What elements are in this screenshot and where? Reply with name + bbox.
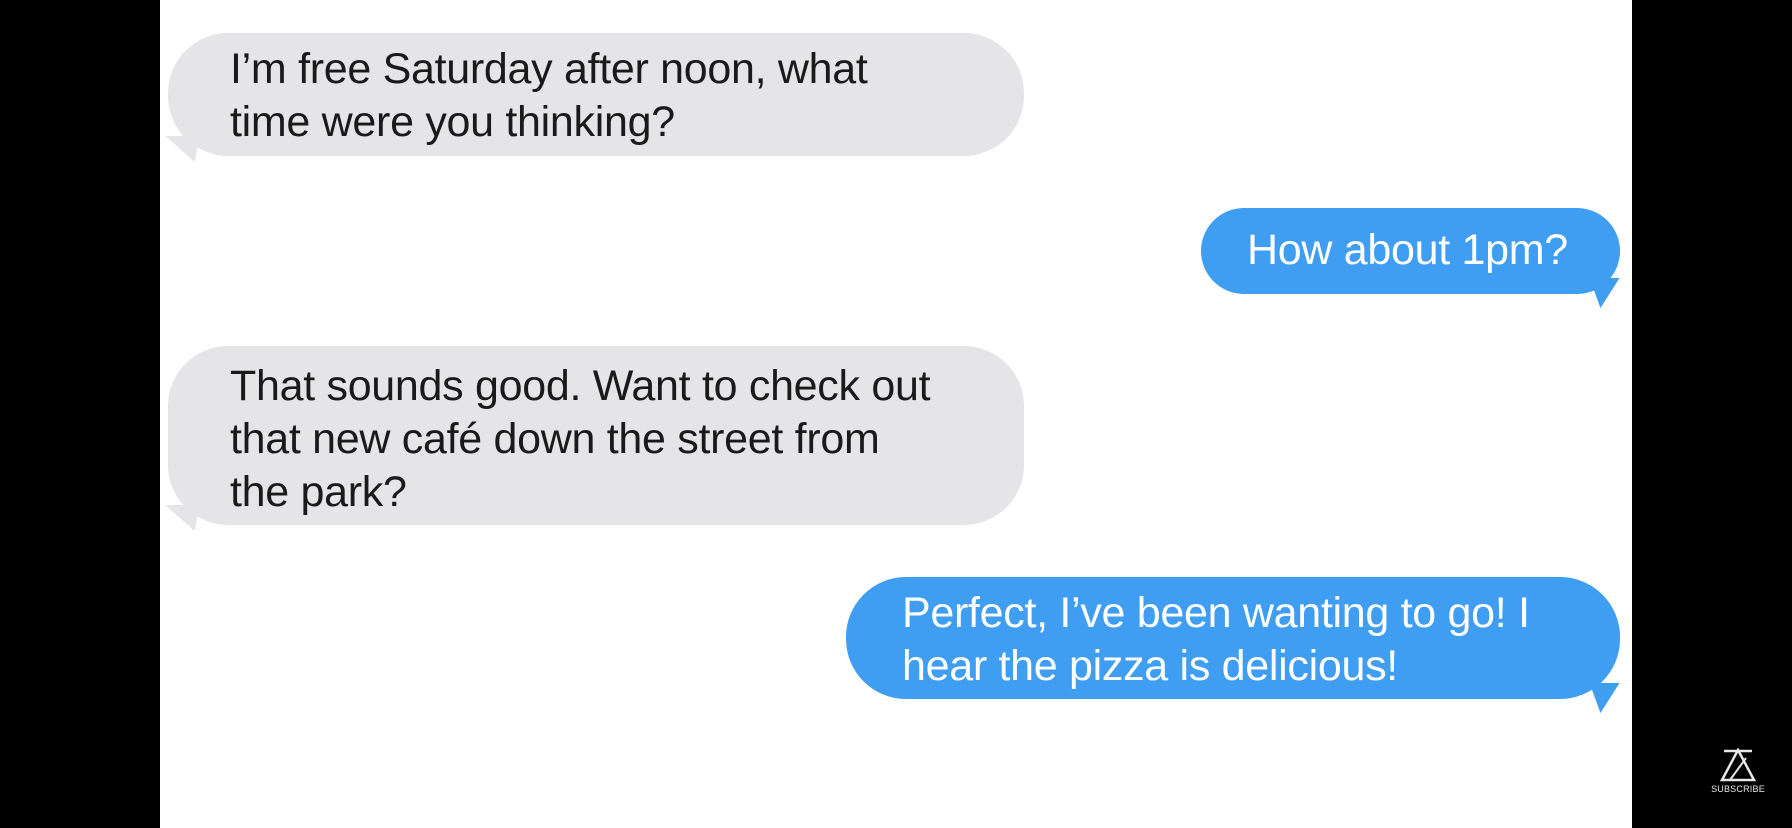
- bubble-tail: [160, 505, 200, 531]
- bubble-tail: [1589, 278, 1631, 308]
- subscribe-label: SUBSCRIBE: [1711, 784, 1765, 794]
- subscribe-watermark[interactable]: SUBSCRIBE: [1700, 748, 1776, 804]
- message-thread: I’m free Saturday after noon, what time …: [160, 0, 1632, 828]
- bubble-tail: [1589, 683, 1631, 713]
- message-text: I’m free Saturday after noon, what time …: [230, 45, 868, 146]
- received-message-bubble: That sounds good. Want to check out that…: [160, 346, 1024, 531]
- message-text: Perfect, I’ve been wanting to go! I hear…: [902, 589, 1530, 690]
- channel-logo-icon: [1719, 748, 1757, 782]
- received-message-bubble: I’m free Saturday after noon, what time …: [160, 33, 1024, 162]
- bubble-tail: [160, 136, 200, 162]
- sent-message-bubble: Perfect, I’ve been wanting to go! I hear…: [846, 577, 1631, 713]
- video-frame: I’m free Saturday after noon, what time …: [0, 0, 1792, 828]
- message-text: How about 1pm?: [1247, 226, 1568, 274]
- sent-message-bubble: How about 1pm?: [1201, 208, 1631, 308]
- message-text: That sounds good. Want to check out that…: [230, 362, 931, 516]
